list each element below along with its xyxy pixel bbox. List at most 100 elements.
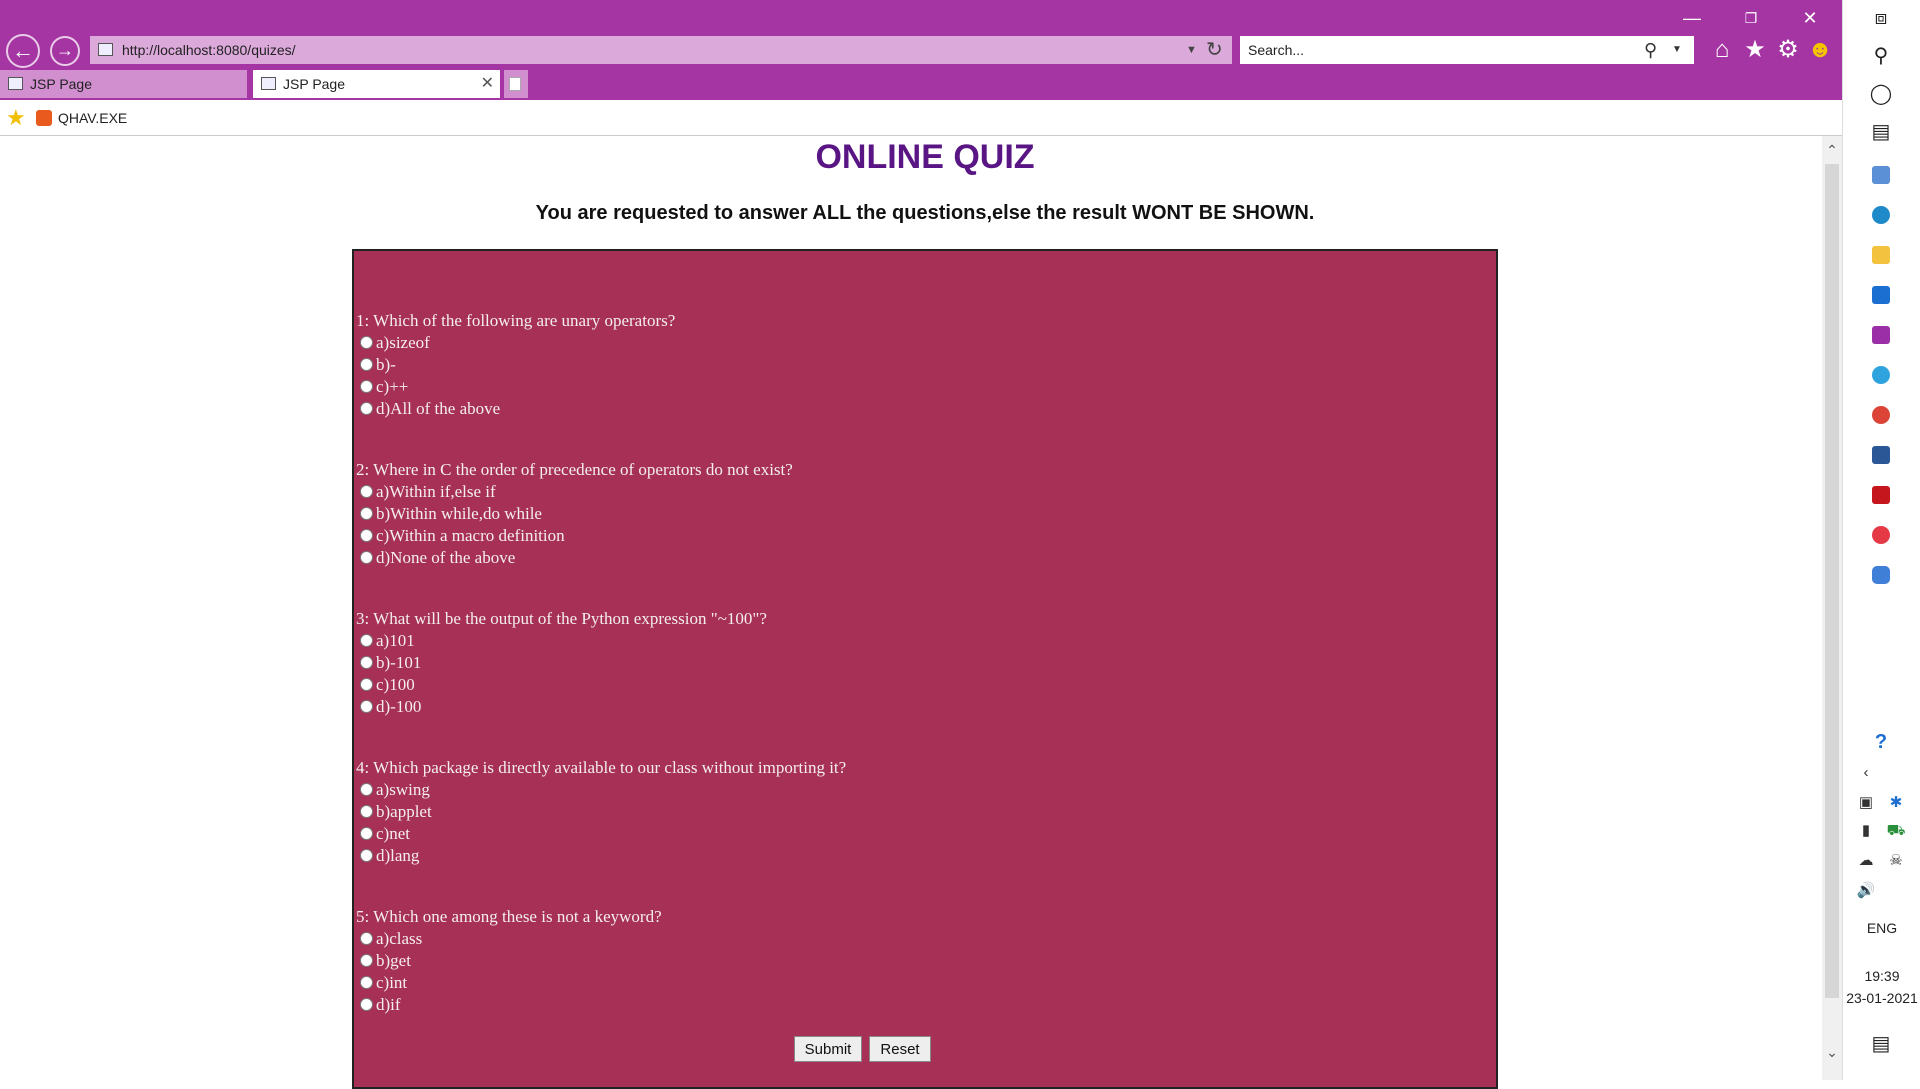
close-tab-icon[interactable]: ✕	[481, 70, 494, 98]
close-window-button[interactable]: ✕	[1790, 6, 1830, 30]
wifi-icon[interactable]: ☠	[1885, 850, 1907, 872]
question-5-option-c[interactable]: c)int	[360, 973, 407, 993]
cortana-icon[interactable]: ◯	[1867, 80, 1895, 108]
tab-label: JSP Page	[30, 76, 93, 92]
notifications-icon[interactable]: ▤	[1867, 1030, 1895, 1058]
edge-icon[interactable]	[1867, 200, 1895, 228]
question-3-option-d[interactable]: d)-100	[360, 697, 421, 717]
question-1-option-d[interactable]: d)All of the above	[360, 399, 500, 419]
search-icon[interactable]: ⚲	[1644, 36, 1657, 64]
radio-button[interactable]	[360, 998, 373, 1011]
radio-button[interactable]	[360, 485, 373, 498]
back-button[interactable]: ←	[6, 34, 40, 68]
app-icon[interactable]	[1867, 320, 1895, 348]
radio-button[interactable]	[360, 529, 373, 542]
language-indicator[interactable]: ENG	[1843, 920, 1920, 936]
add-favorite-icon[interactable]: ★	[6, 106, 26, 130]
search-box[interactable]: Search... ⚲ ▼	[1240, 36, 1694, 64]
refresh-icon[interactable]: ↻	[1206, 36, 1223, 64]
radio-button[interactable]	[360, 849, 373, 862]
question-4-option-d[interactable]: d)lang	[360, 846, 419, 866]
question-1-option-b[interactable]: b)-	[360, 355, 396, 375]
volume-icon[interactable]: 🔊	[1855, 880, 1877, 902]
radio-button[interactable]	[360, 783, 373, 796]
meet-icon[interactable]: ▣	[1855, 792, 1877, 814]
question-2-option-c[interactable]: c)Within a macro definition	[360, 526, 565, 546]
radio-button[interactable]	[360, 827, 373, 840]
submit-button[interactable]: Submit	[794, 1036, 862, 1062]
question-2-option-a[interactable]: a)Within if,else if	[360, 482, 496, 502]
recorder-icon[interactable]	[1867, 520, 1895, 548]
tab-jsp-page-1[interactable]: JSP Page	[0, 70, 247, 98]
radio-button[interactable]	[360, 954, 373, 967]
clock-date[interactable]: 23-01-2021	[1843, 990, 1920, 1006]
minimize-button[interactable]: —	[1672, 6, 1712, 30]
radio-button[interactable]	[360, 507, 373, 520]
scroll-down-icon[interactable]: ⌄	[1824, 1044, 1840, 1060]
internet-explorer-icon[interactable]	[1867, 360, 1895, 388]
acrobat-icon[interactable]	[1867, 480, 1895, 508]
question-3-option-b[interactable]: b)-101	[360, 653, 421, 673]
favorites-bar: ★ QHAV.EXE	[0, 100, 1842, 136]
question-4-option-c[interactable]: c)net	[360, 824, 410, 844]
search-input[interactable]: Search...	[1248, 36, 1304, 64]
question-5-option-a[interactable]: a)class	[360, 929, 422, 949]
tab-jsp-page-2[interactable]: JSP Page ✕	[253, 70, 500, 98]
question-3-option-c[interactable]: c)100	[360, 675, 415, 695]
radio-button[interactable]	[360, 678, 373, 691]
word-icon[interactable]	[1867, 440, 1895, 468]
chrome-icon[interactable]	[1867, 400, 1895, 428]
radio-button[interactable]	[360, 634, 373, 647]
radio-button[interactable]	[360, 380, 373, 393]
home-icon[interactable]: ⌂	[1708, 36, 1736, 64]
question-5-option-b[interactable]: b)get	[360, 951, 411, 971]
chevron-left-icon[interactable]: ‹	[1855, 762, 1877, 784]
forward-button[interactable]: →	[50, 36, 80, 66]
search-dropdown-icon[interactable]: ▼	[1672, 36, 1682, 64]
search-icon[interactable]: ⚲	[1867, 42, 1895, 70]
address-bar[interactable]: http://localhost:8080/quizes/ ▼ ↻	[90, 36, 1232, 64]
question-1-option-c[interactable]: c)++	[360, 377, 408, 397]
radio-button[interactable]	[360, 976, 373, 989]
app-icon[interactable]	[1867, 560, 1895, 588]
address-dropdown-icon[interactable]: ▼	[1186, 36, 1197, 64]
question-4-option-a[interactable]: a)swing	[360, 780, 430, 800]
bluetooth-icon[interactable]: ✱	[1885, 792, 1907, 814]
windows-start-icon[interactable]: ⧈	[1867, 4, 1895, 32]
help-icon[interactable]: ?	[1867, 728, 1895, 756]
question-2-option-b[interactable]: b)Within while,do while	[360, 504, 542, 524]
security-shield-icon[interactable]: ⛟	[1885, 820, 1907, 842]
restore-button[interactable]: ❐	[1731, 6, 1771, 30]
favorite-link[interactable]: QHAV.EXE	[58, 100, 127, 136]
scroll-thumb[interactable]	[1825, 164, 1839, 998]
clock-time[interactable]: 19:39	[1843, 968, 1920, 984]
question-4-option-b[interactable]: b)applet	[360, 802, 432, 822]
onedrive-cloud-icon[interactable]: ☁	[1855, 850, 1877, 872]
radio-button[interactable]	[360, 358, 373, 371]
gear-icon[interactable]: ⚙	[1774, 36, 1802, 64]
reset-button[interactable]: Reset	[869, 1036, 931, 1062]
smiley-icon[interactable]: ☻	[1806, 36, 1834, 64]
battery-icon[interactable]: ▮	[1855, 820, 1877, 842]
file-explorer-icon[interactable]	[1867, 240, 1895, 268]
question-2-option-d[interactable]: d)None of the above	[360, 548, 515, 568]
radio-button[interactable]	[360, 402, 373, 415]
scroll-up-icon[interactable]: ⌃	[1824, 142, 1840, 158]
favorites-star-icon[interactable]: ★	[1741, 36, 1769, 64]
page-content: ONLINE QUIZ You are requested to answer …	[0, 136, 1822, 1089]
radio-button[interactable]	[360, 700, 373, 713]
radio-button[interactable]	[360, 932, 373, 945]
windows-taskbar: ⧈ ⚲ ◯ ▤ ? ‹ ▣ ✱ ▮ ⛟ ☁ ☠ 🔊 ENG 19:39 23-0…	[1842, 0, 1920, 1080]
question-3-option-a[interactable]: a)101	[360, 631, 415, 651]
new-tab-button[interactable]	[504, 70, 528, 98]
question-1-option-a[interactable]: a)sizeof	[360, 333, 430, 353]
radio-button[interactable]	[360, 336, 373, 349]
mail-icon[interactable]	[1867, 280, 1895, 308]
radio-button[interactable]	[360, 805, 373, 818]
radio-button[interactable]	[360, 551, 373, 564]
radio-button[interactable]	[360, 656, 373, 669]
task-view-icon[interactable]: ▤	[1867, 118, 1895, 146]
vertical-scrollbar[interactable]: ⌃ ⌄	[1822, 136, 1842, 1080]
question-5-option-d[interactable]: d)if	[360, 995, 401, 1015]
app-icon[interactable]	[1867, 160, 1895, 188]
